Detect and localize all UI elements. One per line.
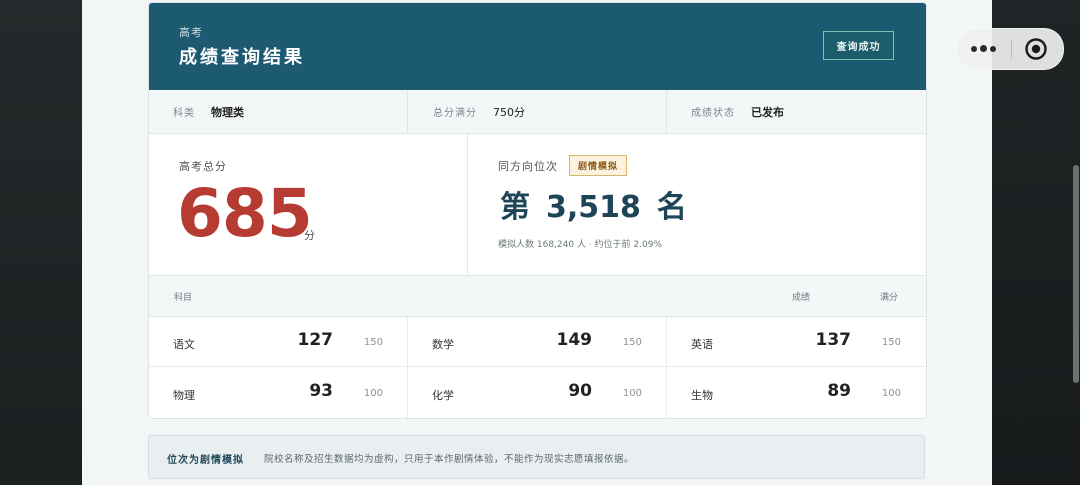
subject-score: 90 (568, 381, 592, 401)
background-left (0, 0, 82, 485)
subject-cell-biology: 生物 89 100 (667, 367, 925, 418)
rank-value: 3,518 (546, 190, 641, 225)
total-score-panel: 高考总分 685 分 (149, 134, 468, 274)
subjects-col-score: 成绩 (792, 293, 811, 303)
meta-label: 总分满分 (433, 108, 477, 119)
meta-row: 科类 物理类 总分满分 750分 成绩状态 已发布 (149, 90, 926, 134)
subject-score: 149 (556, 330, 593, 350)
rank-prefix: 第 (500, 190, 530, 225)
close-miniprogram-button[interactable] (1024, 37, 1048, 61)
meta-divider (407, 90, 408, 133)
grid-divider (666, 316, 667, 418)
rank-label: 同方向位次 (498, 160, 558, 173)
subject-full: 100 (881, 388, 901, 399)
rank-suffix: 名 (656, 190, 687, 225)
meta-label: 科类 (173, 108, 195, 119)
subject-full: 100 (363, 388, 383, 399)
disclaimer-title: 位次为剧情模拟 (167, 455, 244, 466)
grid-divider (407, 316, 408, 418)
total-score-value: 685 (177, 175, 313, 252)
subject-score: 127 (297, 330, 334, 350)
subject-name: 生物 (691, 389, 713, 402)
subject-name: 物理 (173, 389, 195, 402)
meta-divider (666, 90, 667, 133)
meta-value: 物理类 (211, 105, 244, 119)
more-dot-icon (990, 46, 996, 52)
more-dot-icon (971, 46, 977, 52)
subjects-header: 科目 成绩 满分 (149, 275, 926, 317)
capsule-divider (1011, 39, 1012, 59)
subject-name: 语文 (173, 338, 195, 351)
subject-full: 150 (622, 337, 642, 348)
scrollbar[interactable] (1073, 165, 1079, 383)
subject-full: 150 (881, 337, 901, 348)
rank-panel: 同方向位次 剧情模拟 第 3,518 名 模拟人数 168,240 人 · 约位于前… (468, 134, 926, 274)
subject-score: 93 (309, 381, 333, 401)
meta-value: 750分 (493, 105, 525, 119)
more-menu-button[interactable] (971, 42, 997, 56)
subject-name: 数学 (432, 338, 454, 351)
header-supertitle: 高考 (179, 26, 203, 39)
subject-name: 化学 (432, 389, 454, 402)
disclaimer-banner: 位次为剧情模拟 院校名称及招生数据均为虚构，只用于本作剧情体验，不能作为现实志愿… (148, 435, 925, 479)
meta-label: 成绩状态 (691, 108, 735, 119)
rank-note: 模拟人数 168,240 人 · 约位于前 2.09% (498, 240, 662, 250)
result-card: 高考 成绩查询结果 查询成功 科类 物理类 总分满分 750分 成绩状态 已发布… (148, 2, 927, 419)
subject-cell-math: 数学 149 150 (408, 316, 666, 367)
total-score-label: 高考总分 (179, 160, 227, 173)
rank-display: 第 3,518 名 (500, 188, 695, 228)
more-dot-icon (980, 45, 987, 52)
subject-score: 137 (815, 330, 852, 350)
subject-score: 89 (827, 381, 851, 401)
disclaimer-text: 院校名称及招生数据均为虚构，只用于本作剧情体验，不能作为现实志愿填报依据。 (264, 454, 635, 465)
meta-value: 已发布 (751, 105, 784, 119)
meta-status: 成绩状态 已发布 (691, 90, 784, 133)
subject-cell-chemistry: 化学 90 100 (408, 367, 666, 418)
subjects-col-subject: 科目 (174, 293, 193, 303)
meta-full-score: 总分满分 750分 (433, 90, 525, 133)
total-score-unit: 分 (304, 229, 315, 242)
page-title: 成绩查询结果 (179, 47, 305, 68)
subject-cell-chinese: 语文 127 150 (149, 316, 407, 367)
subject-cell-physics: 物理 93 100 (149, 367, 407, 418)
miniprogram-capsule (956, 28, 1064, 70)
query-success-button[interactable]: 查询成功 (823, 31, 894, 60)
subject-cell-english: 英语 137 150 (667, 316, 925, 367)
result-header: 高考 成绩查询结果 查询成功 (149, 3, 926, 90)
meta-subject-type: 科类 物理类 (173, 90, 244, 133)
simulation-badge: 剧情模拟 (569, 155, 628, 176)
subject-full: 150 (363, 337, 383, 348)
background-right (992, 0, 1080, 485)
subject-full: 100 (622, 388, 642, 399)
subjects-col-full: 满分 (880, 293, 899, 303)
target-icon (1025, 38, 1047, 60)
subject-name: 英语 (691, 338, 713, 351)
